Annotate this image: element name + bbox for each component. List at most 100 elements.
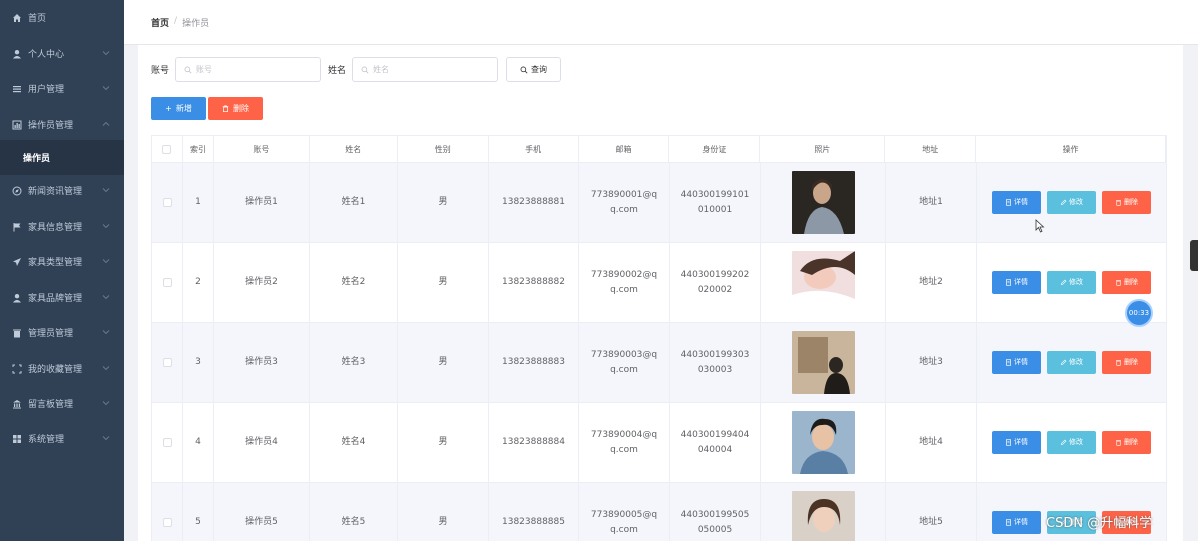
chevron-down-icon — [102, 224, 110, 229]
trash-icon — [1116, 280, 1121, 286]
email-cell: 773890005@qq.com — [579, 483, 670, 541]
detail-button[interactable]: 详情 — [992, 271, 1041, 294]
delete-button-label: 删除 — [1124, 438, 1138, 446]
detail-button[interactable]: 详情 — [992, 191, 1041, 214]
sidebar-item-label: 操作员 — [23, 154, 51, 164]
sidebar-item[interactable]: 首页 — [0, 0, 124, 35]
sidebar-item[interactable]: 家具信息管理 — [0, 209, 124, 244]
detail-button[interactable]: 详情 — [992, 431, 1041, 454]
name-search-input[interactable]: 姓名 — [352, 57, 499, 82]
sidebar-item[interactable]: 我的收藏管理 — [0, 351, 124, 386]
account-search-input[interactable]: 账号 — [175, 57, 322, 82]
select-all-cell[interactable] — [152, 136, 183, 162]
row-select-cell[interactable] — [152, 323, 183, 402]
sidebar-item-label: 个人中心 — [28, 50, 65, 60]
row-checkbox[interactable] — [162, 358, 172, 367]
document-icon — [1006, 439, 1011, 446]
gender-cell: 男 — [398, 323, 489, 402]
index-cell: 3 — [183, 323, 214, 402]
row-checkbox[interactable] — [162, 278, 172, 287]
flag-icon — [12, 222, 22, 232]
list-icon — [12, 84, 22, 94]
account-placeholder: 账号 — [196, 65, 213, 74]
chevron-down-icon — [102, 330, 110, 335]
sidebar-item[interactable]: 家具类型管理 — [0, 244, 124, 279]
sidebar-item[interactable]: 操作员 — [0, 140, 124, 175]
edit-button[interactable]: 修改 — [1047, 431, 1096, 454]
select-all-checkbox[interactable] — [162, 144, 172, 154]
name-cell: 姓名2 — [310, 243, 398, 322]
operator-photo[interactable] — [791, 331, 855, 394]
breadcrumb-home[interactable]: 首页 — [151, 16, 169, 29]
detail-button[interactable]: 详情 — [992, 511, 1041, 534]
email-cell: 773890003@qq.com — [579, 323, 670, 402]
chevron-down-icon — [102, 51, 110, 56]
operator-photo[interactable] — [791, 411, 855, 474]
edit-button[interactable]: 修改 — [1047, 271, 1096, 294]
edit-button[interactable]: 修改 — [1047, 191, 1096, 214]
operations-cell: 详情 修改 删除 — [977, 163, 1167, 242]
row-select-cell[interactable] — [152, 163, 183, 242]
photo-cell — [761, 163, 886, 242]
account-cell: 操作员1 — [214, 163, 310, 242]
column-header: 操作 — [976, 136, 1166, 162]
column-header: 照片 — [760, 136, 886, 162]
detail-button-label: 详情 — [1014, 438, 1028, 446]
address-cell: 地址2 — [886, 243, 977, 322]
sidebar-item[interactable]: 管理员管理 — [0, 315, 124, 350]
email-cell: 773890004@qq.com — [579, 403, 670, 482]
side-drawer-handle[interactable] — [1190, 240, 1198, 271]
sidebar-item[interactable]: 新闻资讯管理 — [0, 173, 124, 208]
trash-icon — [12, 328, 22, 338]
sidebar-item-label: 家具类型管理 — [28, 258, 83, 268]
edit-button[interactable]: 修改 — [1047, 351, 1096, 374]
row-select-cell[interactable] — [152, 403, 183, 482]
index-cell: 1 — [183, 163, 214, 242]
recording-timer: 00:33 — [1125, 299, 1153, 327]
delete-button[interactable]: 删除 — [1102, 351, 1151, 374]
add-button[interactable]: + 新增 — [151, 97, 206, 120]
delete-button[interactable]: 删除 — [1102, 271, 1151, 294]
plus-icon: + — [165, 104, 172, 113]
sidebar-item-label: 用户管理 — [28, 85, 65, 95]
delete-button[interactable]: 删除 — [1102, 431, 1151, 454]
sidebar-item-label: 家具信息管理 — [28, 223, 83, 233]
sidebar-item[interactable]: 留言板管理 — [0, 386, 124, 421]
table-header: 索引 账号 姓名 性别 手机 邮箱 身份证 照片 地址 操作 — [151, 135, 1167, 163]
detail-button[interactable]: 详情 — [992, 351, 1041, 374]
sidebar-item[interactable]: 家具品牌管理 — [0, 280, 124, 315]
bank-icon — [12, 399, 22, 409]
sidebar-item[interactable]: 个人中心 — [0, 36, 124, 71]
batch-delete-label: 删除 — [233, 104, 249, 113]
operator-photo[interactable] — [791, 171, 855, 234]
operator-photo[interactable] — [791, 491, 855, 541]
edit-button-label: 修改 — [1069, 278, 1083, 286]
chevron-down-icon — [102, 436, 110, 441]
batch-delete-button[interactable]: 删除 — [208, 97, 263, 120]
address-cell: 地址3 — [886, 323, 977, 402]
compass-icon — [12, 186, 22, 196]
sidebar-item[interactable]: 系统管理 — [0, 421, 124, 456]
sidebar-item[interactable]: 操作员管理 — [0, 107, 124, 142]
index-cell: 4 — [183, 403, 214, 482]
row-checkbox[interactable] — [162, 198, 172, 207]
chevron-down-icon — [102, 401, 110, 406]
search-form: 账号 账号 姓名 姓名 查询 — [151, 57, 562, 82]
operator-photo[interactable] — [791, 251, 855, 314]
document-icon — [1006, 359, 1011, 366]
operations-cell: 详情 修改 删除 — [977, 403, 1167, 482]
query-button[interactable]: 查询 — [506, 57, 562, 82]
id-card-cell: 440300199202020002 — [670, 243, 761, 322]
account-cell: 操作员5 — [214, 483, 310, 541]
row-select-cell[interactable] — [152, 243, 183, 322]
row-checkbox[interactable] — [162, 518, 172, 527]
account-label: 账号 — [151, 66, 170, 76]
trash-icon — [1116, 360, 1121, 366]
sidebar-item[interactable]: 用户管理 — [0, 71, 124, 106]
detail-button-label: 详情 — [1014, 358, 1028, 366]
chart-icon — [12, 120, 22, 130]
row-select-cell[interactable] — [152, 483, 183, 541]
search-icon — [361, 66, 369, 73]
row-checkbox[interactable] — [162, 438, 172, 447]
delete-button[interactable]: 删除 — [1102, 191, 1151, 214]
